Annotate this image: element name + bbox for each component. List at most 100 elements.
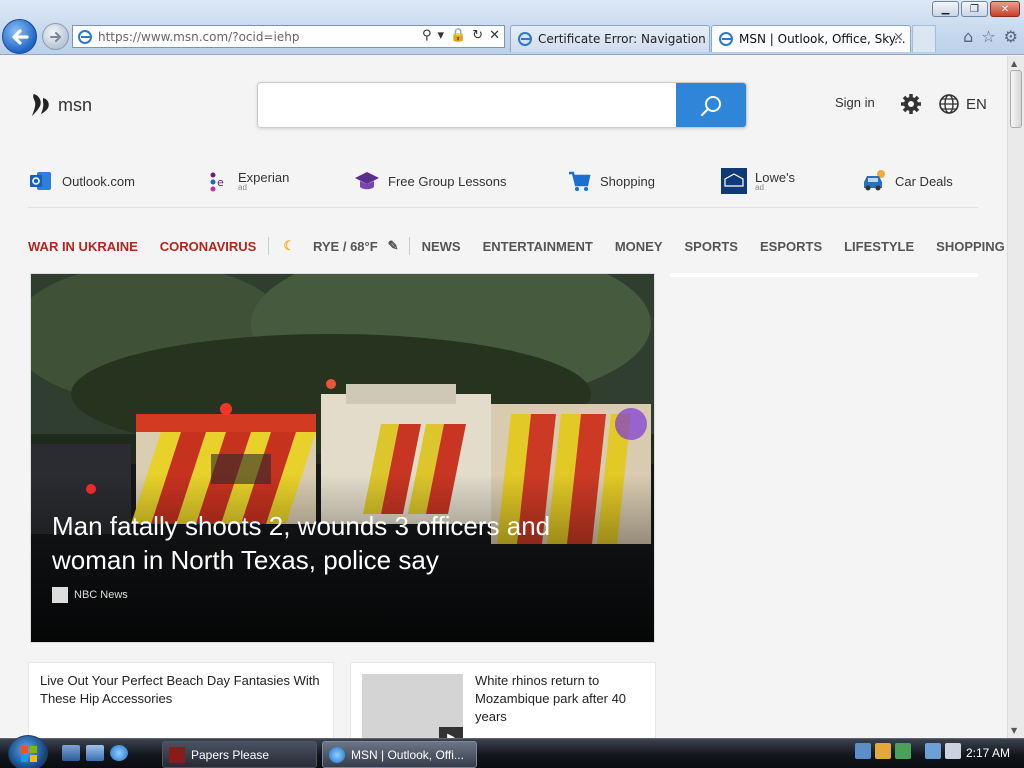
- address-tools: ⚲ ▾ 🔒 ↻ ✕: [422, 28, 500, 43]
- lowes-icon: [721, 168, 747, 194]
- sign-in-link[interactable]: Sign in: [835, 95, 875, 110]
- minimize-button[interactable]: ▁: [932, 1, 959, 17]
- address-url[interactable]: https://www.msn.com/?ocid=iehp: [98, 30, 299, 44]
- show-desktop-icon[interactable]: [62, 745, 80, 761]
- ie-page-icon: [719, 32, 733, 46]
- address-bar[interactable]: https://www.msn.com/?ocid=iehp ⚲ ▾ 🔒 ↻ ✕: [72, 25, 505, 48]
- play-icon[interactable]: ▶: [439, 727, 463, 738]
- card-title[interactable]: White rhinos return to Mozambique park a…: [475, 672, 645, 726]
- nav-sports[interactable]: SPORTS: [685, 239, 738, 254]
- web-page: msn Sign in EN Outlook.com e Experian ad…: [0, 56, 1007, 738]
- quicklink-shopping[interactable]: Shopping: [566, 168, 655, 194]
- quicklink-label: Free Group Lessons: [388, 173, 507, 189]
- quick-launch: [62, 745, 128, 761]
- search-button[interactable]: [676, 83, 746, 127]
- search-input[interactable]: [268, 91, 668, 121]
- taskbar: Papers Please MSN | Outlook, Offi... 2:1…: [0, 735, 1024, 768]
- svg-text:e: e: [217, 176, 224, 189]
- weather-widget[interactable]: ☾ RYE / 68°F ✎: [283, 238, 398, 254]
- moon-icon: ☾: [283, 238, 295, 253]
- language-label: EN: [966, 95, 987, 113]
- hero-story[interactable]: Man fatally shoots 2, wounds 3 officers …: [30, 273, 655, 643]
- taskbar-item-msn[interactable]: MSN | Outlook, Offi...: [322, 741, 477, 768]
- weather-label: RYE / 68°F: [312, 238, 378, 254]
- tab-certificate-error[interactable]: Certificate Error: Navigation Bl...: [510, 25, 710, 52]
- browser-command-icons: ⌂ ☆ ⚙: [963, 27, 1018, 46]
- nav-divider: [408, 237, 410, 255]
- nav-shopping[interactable]: SHOPPING: [936, 239, 1005, 254]
- volume-muted-icon[interactable]: [945, 743, 961, 759]
- scroll-thumb[interactable]: [1010, 70, 1022, 128]
- scroll-up-icon[interactable]: ▲: [1011, 59, 1017, 68]
- search-icon: [700, 96, 721, 117]
- quicklink-free-group-lessons[interactable]: Free Group Lessons: [354, 168, 507, 194]
- new-tab-button[interactable]: [912, 25, 936, 52]
- tab-label: MSN | Outlook, Office, Sky...: [739, 32, 906, 46]
- system-tray: [855, 743, 961, 759]
- start-button[interactable]: [8, 735, 48, 768]
- tab-close-icon[interactable]: ×: [893, 30, 904, 45]
- quicklink-outlook[interactable]: Outlook.com: [28, 168, 135, 194]
- tray-app-icon[interactable]: [895, 743, 911, 759]
- ie-page-icon: [78, 29, 92, 44]
- vertical-scrollbar[interactable]: ▲ ▼: [1007, 56, 1024, 738]
- back-button[interactable]: [2, 19, 37, 54]
- card-title[interactable]: Live Out Your Perfect Beach Day Fantasie…: [40, 672, 325, 708]
- tab-msn[interactable]: MSN | Outlook, Office, Sky... ×: [711, 25, 911, 52]
- story-card[interactable]: ▶ White rhinos return to Mozambique park…: [350, 662, 656, 738]
- nav-news[interactable]: NEWS: [422, 239, 461, 254]
- right-column-card: [670, 273, 978, 277]
- stop-icon[interactable]: ✕: [489, 28, 500, 43]
- hero-title[interactable]: Man fatally shoots 2, wounds 3 officers …: [52, 509, 632, 577]
- clock[interactable]: 2:17 AM: [966, 746, 1010, 760]
- taskbar-item-papers-please[interactable]: Papers Please: [162, 741, 317, 768]
- arrow-right-icon: [49, 31, 61, 42]
- switch-windows-icon[interactable]: [86, 745, 104, 761]
- gear-icon: [901, 94, 921, 114]
- window-controls: ▁ ❐ ✕: [932, 1, 1020, 17]
- gear-icon[interactable]: ⚙: [1004, 27, 1018, 46]
- category-nav: WAR IN UKRAINE CORONAVIRUS ☾ RYE / 68°F …: [28, 236, 1005, 256]
- lock-icon[interactable]: 🔒: [450, 28, 466, 43]
- language-selector[interactable]: EN: [938, 93, 987, 115]
- scroll-down-icon[interactable]: ▼: [1011, 726, 1017, 735]
- internet-explorer-icon: [329, 746, 345, 763]
- settings-button[interactable]: [899, 92, 923, 120]
- quicklink-lowes[interactable]: Lowe's ad: [721, 168, 795, 194]
- refresh-icon[interactable]: ↻: [472, 28, 483, 43]
- network-icon[interactable]: [855, 743, 871, 759]
- nav-esports[interactable]: ESPORTS: [760, 239, 822, 254]
- butterfly-icon: [32, 94, 49, 116]
- source-label: NBC News: [74, 589, 128, 601]
- nav-entertainment[interactable]: ENTERTAINMENT: [483, 239, 593, 254]
- monitor-icon[interactable]: [925, 743, 941, 759]
- nav-lifestyle[interactable]: LIFESTYLE: [844, 239, 914, 254]
- publisher-logo: [52, 587, 68, 603]
- msn-logo[interactable]: msn: [30, 92, 92, 118]
- search-box[interactable]: [257, 82, 747, 128]
- msn-brand: msn: [58, 94, 93, 115]
- shopping-cart-icon: [566, 168, 592, 194]
- quicklink-experian[interactable]: e Experian ad: [204, 168, 289, 194]
- tab-label: Certificate Error: Navigation Bl...: [538, 32, 709, 46]
- taskbar-item-label: MSN | Outlook, Offi...: [351, 747, 464, 762]
- favorites-star-icon[interactable]: ☆: [981, 27, 995, 46]
- search-icon[interactable]: ⚲: [422, 28, 432, 43]
- outlook-icon: [28, 168, 54, 194]
- security-shield-icon[interactable]: [875, 743, 891, 759]
- forward-button[interactable]: [42, 23, 69, 50]
- browser-toolbar: ▁ ❐ ✕ https://www.msn.com/?ocid=iehp ⚲ ▾…: [0, 0, 1024, 55]
- story-card[interactable]: Live Out Your Perfect Beach Day Fantasie…: [28, 662, 334, 738]
- nav-money[interactable]: MONEY: [615, 239, 663, 254]
- dropdown-icon[interactable]: ▾: [437, 28, 444, 43]
- home-icon[interactable]: ⌂: [963, 27, 973, 46]
- quicklink-car-deals[interactable]: Car Deals: [861, 168, 953, 194]
- internet-explorer-icon[interactable]: [110, 745, 128, 761]
- nav-war-in-ukraine[interactable]: WAR IN UKRAINE: [28, 239, 138, 254]
- nav-coronavirus[interactable]: CORONAVIRUS: [160, 239, 257, 254]
- close-window-button[interactable]: ✕: [990, 1, 1020, 17]
- pencil-icon[interactable]: ✎: [388, 238, 399, 254]
- maximize-button[interactable]: ❐: [961, 1, 988, 17]
- windows-logo-icon: [21, 746, 37, 762]
- hero-source: NBC News: [52, 587, 128, 603]
